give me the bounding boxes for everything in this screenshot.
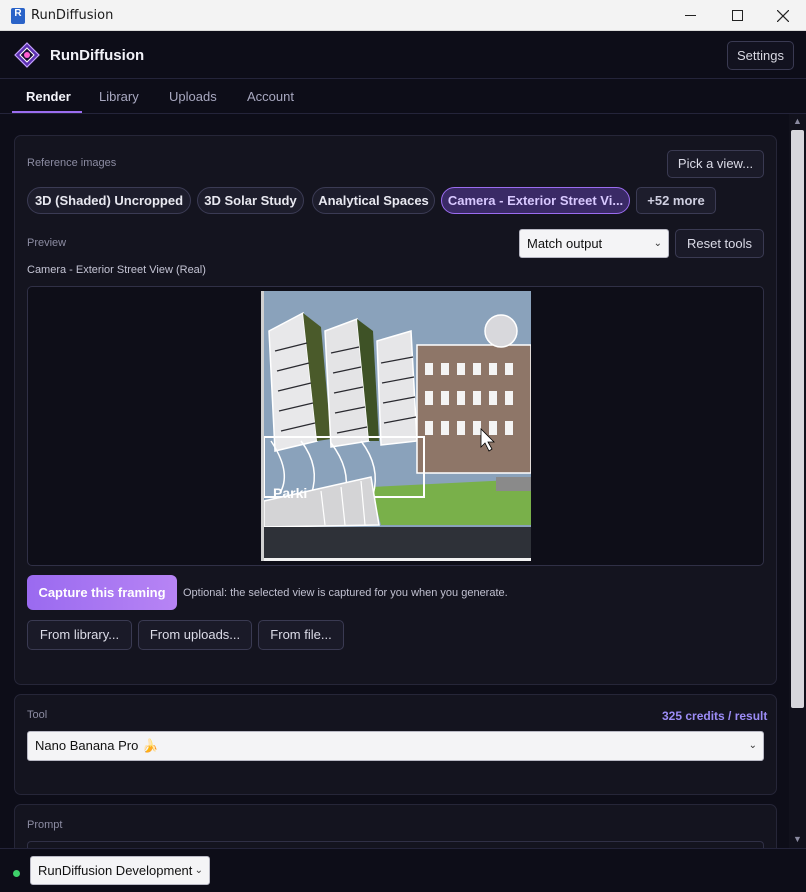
- from-file-button[interactable]: From file...: [258, 620, 344, 650]
- maximize-button[interactable]: [714, 0, 760, 31]
- chip-analytical-spaces[interactable]: Analytical Spaces: [312, 187, 435, 214]
- settings-button[interactable]: Settings: [727, 41, 794, 70]
- close-button[interactable]: [760, 0, 806, 31]
- tab-uploads[interactable]: Uploads: [169, 89, 217, 104]
- match-output-select[interactable]: Match output ⌄: [519, 229, 669, 258]
- scroll-up-icon[interactable]: ▲: [793, 116, 802, 126]
- capture-framing-button[interactable]: Capture this framing: [27, 575, 177, 610]
- tool-select[interactable]: Nano Banana Pro 🍌 ⌄: [27, 731, 764, 761]
- window-titlebar: R RunDiffusion: [0, 0, 806, 31]
- maximize-icon: [731, 10, 743, 21]
- tool-label: Tool: [27, 709, 48, 721]
- status-footer: RunDiffusion Development ⌄: [0, 848, 806, 892]
- tab-library[interactable]: Library: [99, 89, 139, 104]
- tab-render[interactable]: Render: [26, 89, 71, 104]
- chevron-down-icon: ⌄: [748, 740, 757, 751]
- app-icon: R: [11, 8, 25, 24]
- chip-camera-exterior-street-view[interactable]: Camera - Exterior Street Vi...: [441, 187, 630, 214]
- pick-view-button[interactable]: Pick a view...: [667, 150, 764, 178]
- preview-image: Parki: [261, 291, 531, 561]
- main-scrollbar[interactable]: ▲ ▼: [789, 114, 806, 848]
- preview-label: Preview: [27, 237, 67, 249]
- window-title: RunDiffusion: [31, 8, 114, 23]
- reference-images-label: Reference images: [27, 157, 117, 169]
- prompt-label: Prompt: [27, 819, 63, 831]
- chevron-down-icon: ⌄: [653, 238, 662, 249]
- from-uploads-button[interactable]: From uploads...: [138, 620, 252, 650]
- status-dot-icon: [13, 870, 20, 877]
- selected-view-name: Camera - Exterior Street View (Real): [27, 264, 206, 276]
- preview-sign-text: Parki: [273, 485, 307, 501]
- from-library-button[interactable]: From library...: [27, 620, 132, 650]
- match-output-value: Match output: [527, 236, 603, 251]
- brand-name: RunDiffusion: [50, 47, 145, 64]
- environment-value: RunDiffusion Development: [38, 863, 193, 878]
- tool-select-value: Nano Banana Pro 🍌: [35, 738, 159, 753]
- scroll-thumb[interactable]: [791, 130, 804, 708]
- reset-tools-button[interactable]: Reset tools: [675, 229, 764, 258]
- main-tabs: Render Library Uploads Account: [0, 80, 806, 114]
- minimize-icon: [684, 15, 696, 16]
- logo-icon: [14, 42, 40, 68]
- capture-hint: Optional: the selected view is captured …: [183, 587, 508, 599]
- minimize-button[interactable]: [667, 0, 713, 31]
- environment-select[interactable]: RunDiffusion Development ⌄: [30, 856, 210, 885]
- tab-account[interactable]: Account: [247, 89, 294, 104]
- chevron-down-icon: ⌄: [194, 865, 203, 876]
- chip-3d-solar-study[interactable]: 3D Solar Study: [197, 187, 304, 214]
- chip-3d-shaded-uncropped[interactable]: 3D (Shaded) Uncropped: [27, 187, 191, 214]
- close-icon: [777, 9, 789, 22]
- app-header: RunDiffusion Settings: [0, 31, 806, 79]
- active-tab-indicator: [12, 111, 82, 113]
- scroll-down-icon[interactable]: ▼: [793, 834, 802, 844]
- credits-per-result: 325 credits / result: [662, 709, 768, 723]
- more-views-button[interactable]: +52 more: [636, 187, 716, 214]
